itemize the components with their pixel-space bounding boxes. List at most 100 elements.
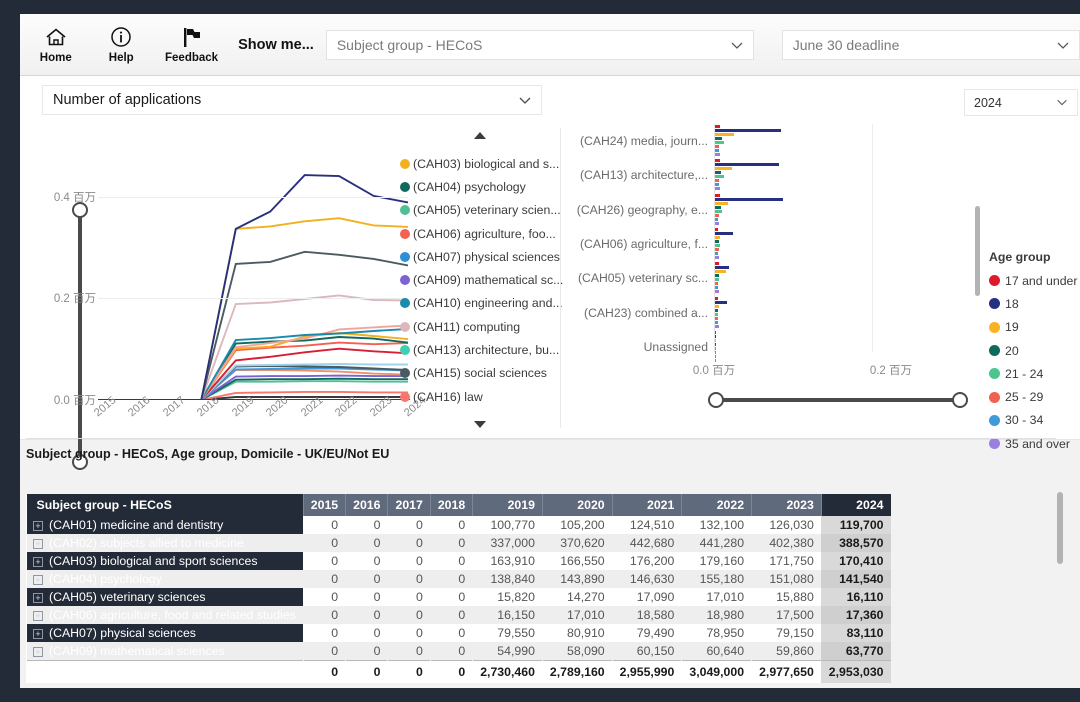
bar[interactable] — [715, 300, 727, 304]
bar[interactable] — [715, 350, 716, 354]
age-legend-item[interactable]: 20 — [989, 339, 1077, 362]
expand-plus-icon[interactable]: + — [33, 610, 43, 621]
measure-select[interactable]: Number of applications — [42, 85, 542, 115]
bar[interactable] — [715, 125, 721, 129]
bar[interactable] — [715, 141, 724, 145]
legend-item[interactable]: (CAH10) engineering and... — [400, 292, 570, 315]
bar[interactable] — [715, 205, 722, 209]
bar[interactable] — [715, 137, 723, 141]
bar[interactable] — [715, 187, 721, 191]
bar[interactable] — [715, 159, 721, 163]
legend-item[interactable]: (CAH07) physical sciences — [400, 245, 570, 268]
table-header-year[interactable]: 2018 — [429, 494, 473, 516]
age-legend-item[interactable]: 25 - 29 — [989, 385, 1077, 408]
bar[interactable] — [715, 129, 782, 133]
age-legend-item[interactable]: 21 - 24 — [989, 362, 1077, 385]
legend-item[interactable]: (CAH16) law — [400, 385, 570, 408]
bar[interactable] — [715, 193, 721, 197]
bar[interactable] — [715, 296, 718, 300]
bar[interactable] — [715, 320, 718, 324]
bar[interactable] — [715, 183, 719, 187]
table-row[interactable]: + (CAH04) psychology 0 0 0 0 138,840 143,890 146… — [26, 570, 891, 588]
expand-plus-icon[interactable]: + — [33, 574, 43, 585]
table-header-subject[interactable]: Subject group - HECoS — [26, 494, 304, 516]
expand-plus-icon[interactable]: + — [33, 538, 43, 549]
bar[interactable] — [715, 346, 716, 350]
bar[interactable] — [715, 266, 730, 270]
slider-knob-max[interactable] — [952, 392, 968, 408]
table-row[interactable]: + (CAH07) physical sciences 0 0 0 0 79,550 80,9… — [26, 624, 891, 642]
subject-group-filter[interactable]: Subject group - HECoS — [325, 29, 754, 60]
age-legend-scrollbar[interactable] — [975, 206, 980, 296]
help-button[interactable]: Help — [92, 16, 152, 74]
legend-item[interactable]: (CAH04) psychology — [400, 175, 570, 198]
bar[interactable] — [715, 354, 716, 358]
bar[interactable] — [715, 171, 722, 175]
age-legend-item[interactable]: 35 and over — [989, 432, 1077, 455]
bar[interactable] — [715, 179, 720, 183]
bar[interactable] — [715, 213, 719, 217]
bar[interactable] — [715, 308, 718, 312]
table-row[interactable]: + (CAH06) agriculture, food and related s… — [26, 606, 891, 624]
triangle-down-icon[interactable] — [474, 421, 486, 428]
legend-item[interactable]: (CAH09) mathematical sc... — [400, 268, 570, 291]
page-scrollbar[interactable] — [1057, 492, 1063, 564]
bar[interactable] — [715, 232, 733, 235]
bar[interactable] — [715, 145, 720, 149]
expand-plus-icon[interactable]: + — [33, 556, 43, 567]
bar[interactable] — [715, 270, 726, 274]
legend-item[interactable]: (CAH15) social sciences — [400, 362, 570, 385]
legend-item[interactable]: (CAH11) computing — [400, 315, 570, 338]
bar[interactable] — [715, 201, 729, 205]
table-header-year[interactable]: 2022 — [681, 494, 752, 516]
bar[interactable] — [715, 248, 719, 251]
bar[interactable] — [715, 342, 716, 346]
table-row[interactable]: + (CAH03) biological and sport sciences 0 0… — [26, 552, 891, 570]
bar[interactable] — [715, 274, 719, 278]
table-header-year[interactable]: 2017 — [387, 494, 431, 516]
bar[interactable] — [715, 290, 719, 294]
legend-item[interactable]: (CAH03) biological and s... — [400, 152, 570, 175]
slider-knob-min[interactable] — [708, 392, 724, 408]
bar[interactable] — [715, 278, 719, 282]
table-row[interactable]: + (CAH05) veterinary sciences 0 0 0 0 15,820 14… — [26, 588, 891, 606]
bar[interactable] — [715, 324, 719, 328]
bar[interactable] — [715, 282, 718, 286]
expand-plus-icon[interactable]: + — [33, 592, 43, 603]
table-row[interactable]: + (CAH01) medicine and dentistry 0 0 0 0 100,7… — [26, 516, 891, 534]
bar[interactable] — [715, 244, 721, 247]
age-legend-item[interactable]: 19 — [989, 316, 1077, 339]
bar[interactable] — [715, 330, 716, 334]
bar[interactable] — [715, 228, 718, 231]
bar[interactable] — [715, 240, 719, 243]
bar[interactable] — [715, 133, 735, 137]
bar[interactable] — [715, 153, 721, 157]
expand-plus-icon[interactable]: + — [33, 628, 43, 639]
bar[interactable] — [715, 175, 724, 179]
table-header-year[interactable]: 2023 — [751, 494, 822, 516]
bar[interactable] — [715, 256, 719, 259]
bar[interactable] — [715, 316, 718, 320]
bar[interactable] — [715, 252, 718, 255]
expand-plus-icon[interactable]: + — [33, 520, 43, 531]
bar[interactable] — [715, 209, 723, 213]
age-legend-item[interactable]: 18 — [989, 292, 1077, 315]
table-header-year[interactable]: 2024 — [820, 494, 891, 516]
bar-chart-x-range-slider[interactable] — [708, 392, 968, 408]
table-row[interactable]: + (CAH09) mathematical sciences 0 0 0 0 54,990… — [26, 642, 891, 661]
bar[interactable] — [715, 286, 718, 290]
age-legend-item[interactable]: 30 - 34 — [989, 409, 1077, 432]
bar[interactable] — [715, 163, 779, 167]
legend-item[interactable]: (CAH13) architecture, bu... — [400, 338, 570, 361]
table-header-year[interactable]: 2021 — [611, 494, 682, 516]
bar[interactable] — [715, 221, 720, 225]
bar[interactable] — [715, 338, 716, 342]
table-header-year[interactable]: 2015 — [302, 494, 346, 516]
bar[interactable] — [715, 304, 719, 308]
triangle-up-icon[interactable] — [474, 132, 486, 139]
home-button[interactable]: Home — [26, 16, 86, 74]
bar[interactable] — [715, 334, 716, 338]
bar[interactable] — [715, 149, 719, 153]
table-header-year[interactable]: 2016 — [345, 494, 388, 516]
bar[interactable] — [715, 236, 721, 239]
